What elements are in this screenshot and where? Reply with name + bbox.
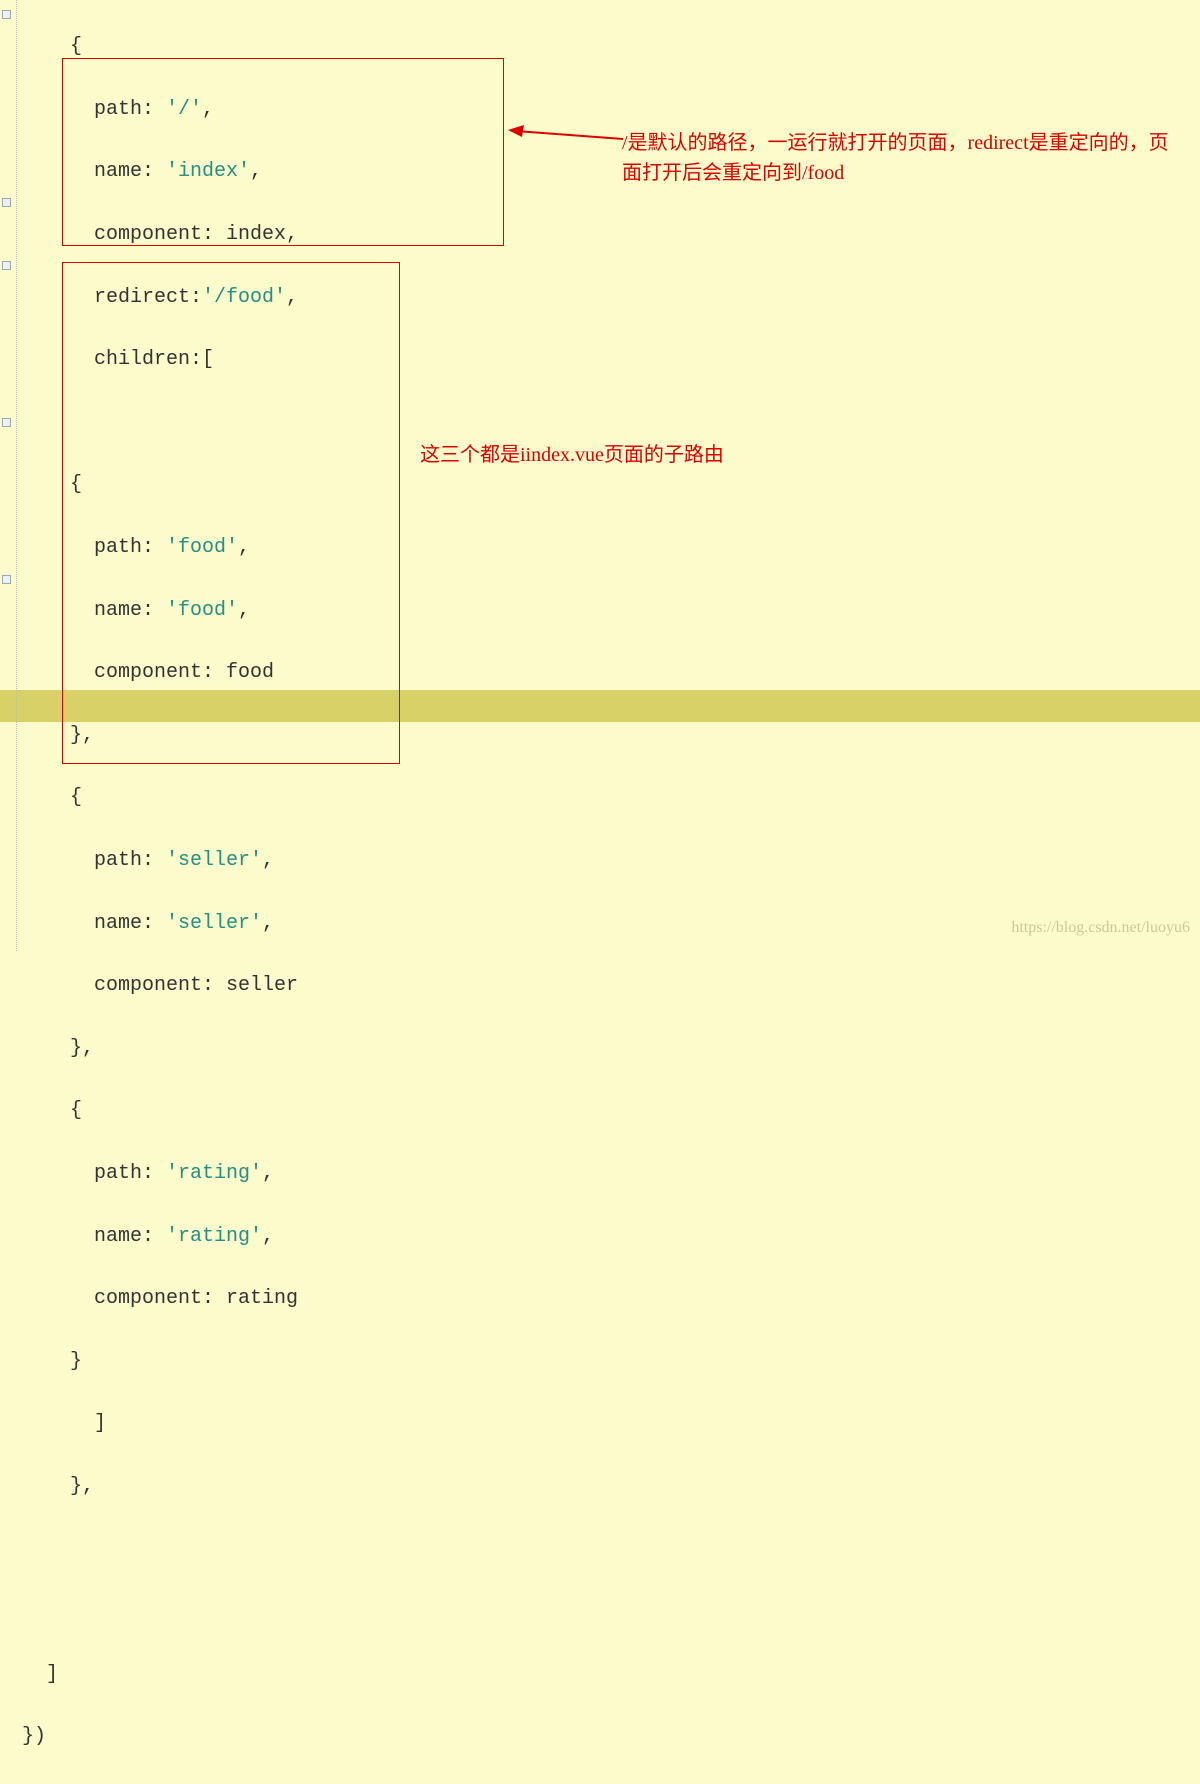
code-text: component: rating	[22, 1287, 298, 1310]
code-text: ,	[262, 1225, 274, 1248]
code-text: ,	[262, 849, 274, 872]
code-text: path:	[22, 1162, 166, 1185]
vertical-rule	[16, 0, 17, 951]
code-text: },	[22, 1475, 94, 1498]
fold-marker[interactable]	[2, 261, 11, 270]
code-text: }	[22, 1350, 82, 1373]
annotation-text-bottom: 这三个都是iindex.vue页面的子路由	[420, 440, 724, 470]
code-text: },	[22, 1037, 94, 1060]
code-text: {	[22, 35, 82, 58]
string-literal: 'seller'	[166, 912, 262, 935]
code-text: ]	[22, 1663, 58, 1686]
code-text: component: seller	[22, 974, 298, 997]
watermark: https://blog.csdn.net/luoyu6	[1011, 912, 1190, 943]
code-text: name:	[22, 1225, 166, 1248]
fold-marker[interactable]	[2, 10, 11, 19]
annotation-text-top: /是默认的路径，一运行就打开的页面，redirect是重定向的，页面打开后会重定…	[622, 128, 1182, 188]
annotation-box-bottom	[62, 262, 400, 764]
string-literal: 'seller'	[166, 849, 262, 872]
code-text: path:	[22, 849, 166, 872]
code-text: name:	[22, 912, 166, 935]
annotation-box-top	[62, 58, 504, 246]
fold-marker[interactable]	[2, 418, 11, 427]
fold-gutter	[0, 0, 10, 951]
string-literal: 'rating'	[166, 1162, 262, 1185]
arrow-icon	[508, 125, 623, 141]
code-text: ]	[22, 1412, 106, 1435]
string-literal: 'rating'	[166, 1225, 262, 1248]
code-text: ,	[262, 912, 274, 935]
code-text: })	[22, 1725, 46, 1748]
code-text: {	[22, 1099, 82, 1122]
code-text: ,	[262, 1162, 274, 1185]
fold-marker[interactable]	[2, 575, 11, 584]
fold-marker[interactable]	[2, 198, 11, 207]
code-text: {	[22, 786, 82, 809]
